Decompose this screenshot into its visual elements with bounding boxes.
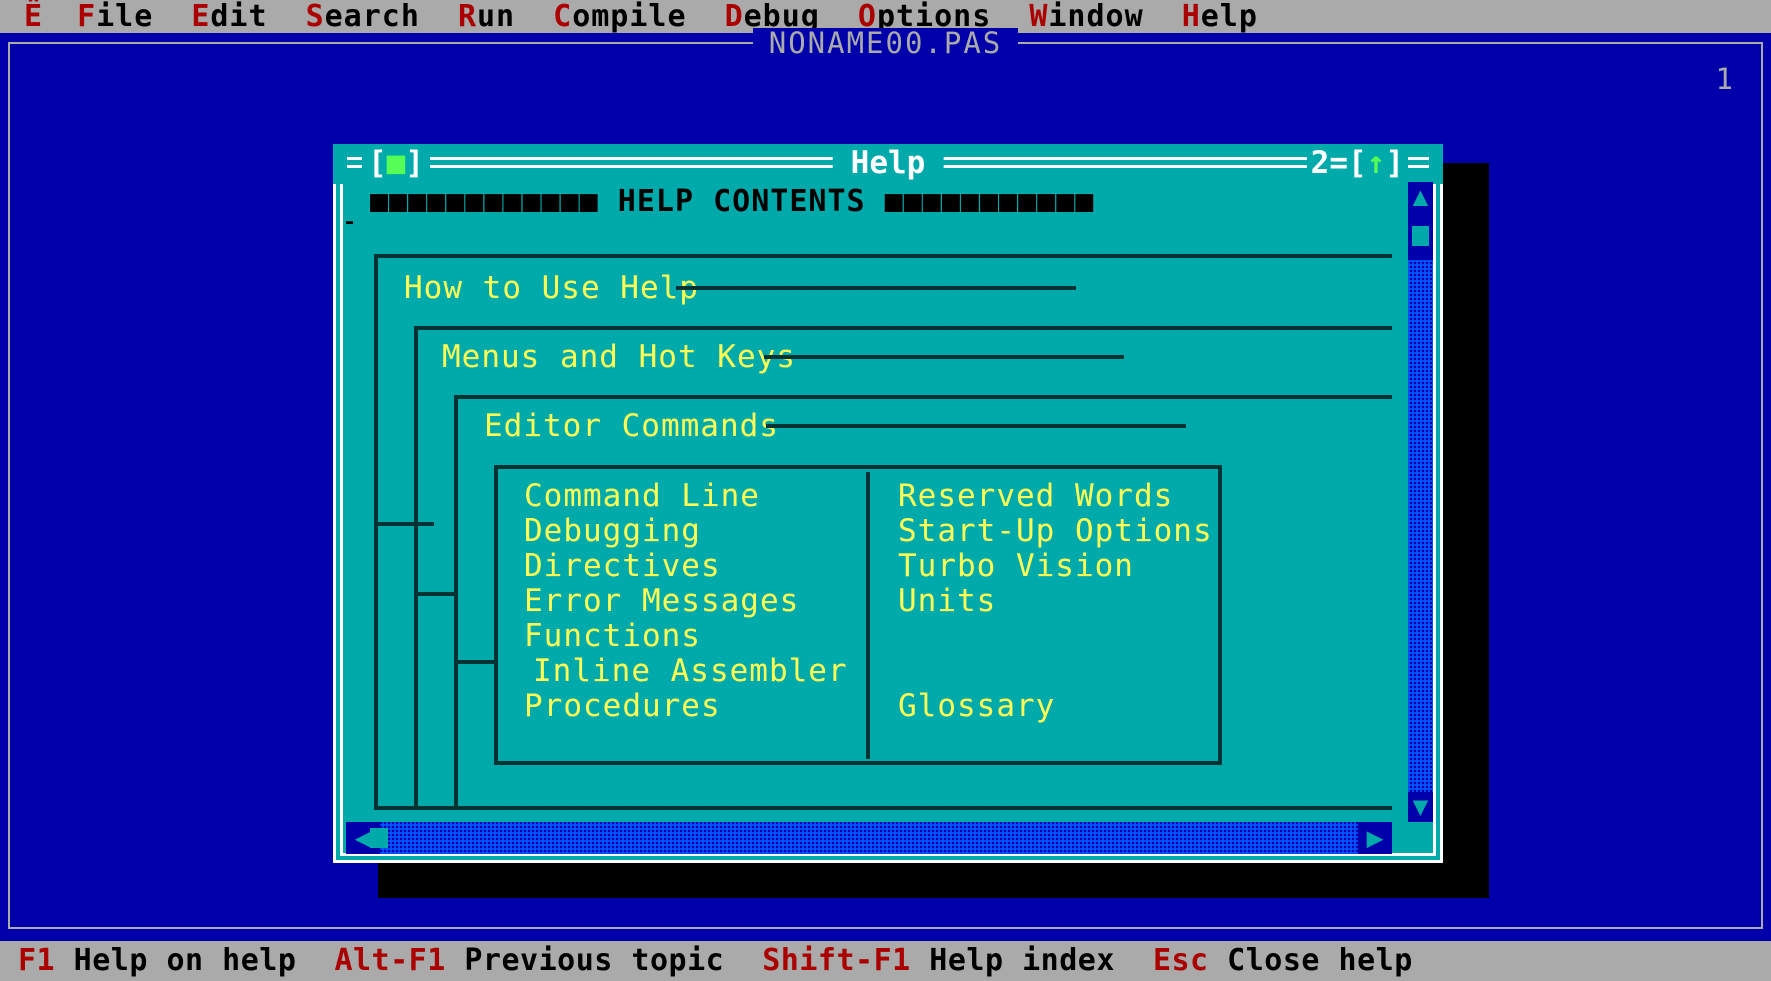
- status-item-close-help[interactable]: Esc Close help: [1153, 941, 1413, 981]
- help-topic-procedures[interactable]: Procedures: [524, 689, 721, 724]
- horizontal-scrollbar[interactable]: ◀ ▶: [346, 822, 1392, 854]
- menu-item-search-label: earch: [324, 0, 420, 34]
- close-box-bracket-right: ]: [405, 145, 425, 181]
- menu-item-window-hotkey: W: [1029, 0, 1049, 34]
- help-topic-reserved-words[interactable]: Reserved Words: [898, 479, 1173, 514]
- connector-elbow-3: [454, 660, 498, 664]
- menu-item-window-label: indow: [1048, 0, 1144, 34]
- menu-item-run-hotkey: R: [457, 0, 477, 34]
- connector-editor-commands: [766, 424, 1186, 428]
- menu-item-compile-label: ompile: [572, 0, 687, 34]
- menu-item-search[interactable]: Search: [306, 0, 420, 33]
- desktop: NONAME00.PAS 1 [■] Help 2=[↑] _ ■■■■■■■■…: [0, 28, 1771, 941]
- menu-item-search-hotkey: S: [305, 0, 325, 34]
- turbo-pascal-ide-screen: Ë File Edit Search Run Compile Debug Opt…: [0, 0, 1771, 981]
- help-topic-turbo-vision[interactable]: Turbo Vision: [898, 549, 1134, 584]
- help-window[interactable]: [■] Help 2=[↑] _ ■■■■■■■■■■■■ HELP CONTE…: [333, 144, 1443, 863]
- status-label-previous-topic: Previous topic: [445, 943, 725, 978]
- status-label-help-on-help: Help on help: [55, 943, 297, 978]
- help-content-area[interactable]: _ ■■■■■■■■■■■■ HELP CONTENTS ■■■■■■■■■■■…: [346, 182, 1392, 822]
- help-topic-functions[interactable]: Functions: [524, 619, 701, 654]
- help-window-titlebar[interactable]: [■] Help 2=[↑]: [333, 144, 1443, 184]
- menu-item-file-hotkey: F: [77, 0, 97, 34]
- menu-item-file[interactable]: File: [77, 0, 153, 33]
- menu-item-debug-label: ebug: [743, 0, 820, 34]
- zoom-box-button[interactable]: 2=[↑]: [1306, 145, 1408, 181]
- zoom-up-arrow-icon: ↑: [1366, 145, 1386, 181]
- menu-item-file-label: ile: [96, 0, 154, 34]
- help-topic-menus-and-hot-keys[interactable]: Menus and Hot Keys: [436, 340, 802, 374]
- scroll-down-arrow-icon[interactable]: ▼: [1408, 792, 1433, 822]
- help-topic-editor-commands[interactable]: Editor Commands: [478, 409, 785, 443]
- status-item-help-on-help[interactable]: F1 Help on help: [18, 941, 296, 981]
- menu-item-options-hotkey: O: [857, 0, 877, 34]
- editor-window-number[interactable]: 1: [1705, 64, 1743, 94]
- menu-item-compile[interactable]: Compile: [553, 0, 686, 33]
- help-topic-directives[interactable]: Directives: [524, 549, 721, 584]
- status-bar: F1 Help on help Alt-F1 Previous topic Sh…: [0, 941, 1771, 981]
- help-window-title: Help: [832, 146, 944, 180]
- scroll-right-arrow-icon[interactable]: ▶: [1358, 822, 1392, 854]
- connector-elbow-1: [374, 522, 434, 526]
- status-label-close-help: Close help: [1208, 943, 1413, 978]
- menu-item-run[interactable]: Run: [458, 0, 515, 33]
- status-item-help-index[interactable]: Shift-F1 Help index: [762, 941, 1115, 981]
- horizontal-scrollbar-thumb[interactable]: [370, 828, 388, 848]
- status-key-shift-f1: Shift-F1: [762, 943, 911, 978]
- menu-bar: Ë File Edit Search Run Compile Debug Opt…: [0, 0, 1771, 33]
- menu-item-options[interactable]: Options: [858, 0, 991, 33]
- menu-item-edit[interactable]: Edit: [191, 0, 267, 33]
- menu-item-window[interactable]: Window: [1029, 0, 1143, 33]
- text-cursor: _: [346, 188, 353, 228]
- help-contents-heading: ■■■■■■■■■■■■ HELP CONTENTS ■■■■■■■■■■■: [370, 184, 1095, 219]
- help-topic-error-messages[interactable]: Error Messages: [524, 584, 799, 619]
- connector-elbow-2: [414, 592, 458, 596]
- menu-item-help-hotkey: H: [1181, 0, 1201, 34]
- zoom-box-bracket-left: [: [1347, 145, 1367, 181]
- close-box-bracket-left: [: [368, 145, 387, 181]
- zoom-box-bracket-right: ]: [1385, 145, 1404, 181]
- topic-list-divider: [866, 472, 870, 759]
- window-number-label: 2=: [1310, 145, 1348, 181]
- help-topic-start-up-options[interactable]: Start-Up Options: [898, 514, 1213, 549]
- menu-item-help-label: elp: [1200, 0, 1258, 34]
- menu-item-edit-label: dit: [210, 0, 268, 34]
- close-box-square-icon: ■: [386, 145, 406, 181]
- menu-item-debug-hotkey: D: [724, 0, 744, 34]
- help-topic-glossary[interactable]: Glossary: [898, 689, 1055, 724]
- connector-menus-and-hot-keys: [764, 355, 1124, 359]
- editor-window-title: NONAME00.PAS: [752, 28, 1019, 58]
- menu-item-compile-hotkey: C: [553, 0, 573, 34]
- help-topic-inline-assembler[interactable]: Inline Assembler: [533, 654, 848, 689]
- scroll-up-arrow-icon[interactable]: ▲: [1408, 182, 1433, 212]
- connector-how-to-use-help: [676, 286, 1076, 290]
- menu-item-edit-hotkey: E: [191, 0, 211, 34]
- menu-item-help[interactable]: Help: [1182, 0, 1258, 33]
- help-topic-how-to-use-help[interactable]: How to Use Help: [398, 271, 705, 305]
- close-box-button[interactable]: [■]: [362, 145, 431, 181]
- help-topic-units[interactable]: Units: [898, 584, 996, 619]
- vertical-scrollbar-thumb[interactable]: [1412, 226, 1429, 246]
- menu-item-run-label: un: [477, 0, 516, 34]
- vertical-scrollbar[interactable]: ▲ ▼: [1408, 182, 1433, 822]
- menu-item-system-hotkey: Ë: [24, 0, 44, 34]
- menu-item-system[interactable]: Ë: [24, 0, 43, 33]
- help-topic-debugging[interactable]: Debugging: [524, 514, 701, 549]
- status-item-previous-topic[interactable]: Alt-F1 Previous topic: [334, 941, 724, 981]
- menu-item-debug[interactable]: Debug: [725, 0, 820, 33]
- status-key-alt-f1: Alt-F1: [334, 943, 446, 978]
- help-topic-command-line[interactable]: Command Line: [524, 479, 760, 514]
- status-label-help-index: Help index: [910, 943, 1115, 978]
- menu-item-options-label: ptions: [876, 0, 992, 34]
- status-key-esc: Esc: [1152, 943, 1209, 978]
- status-key-f1: F1: [18, 943, 56, 978]
